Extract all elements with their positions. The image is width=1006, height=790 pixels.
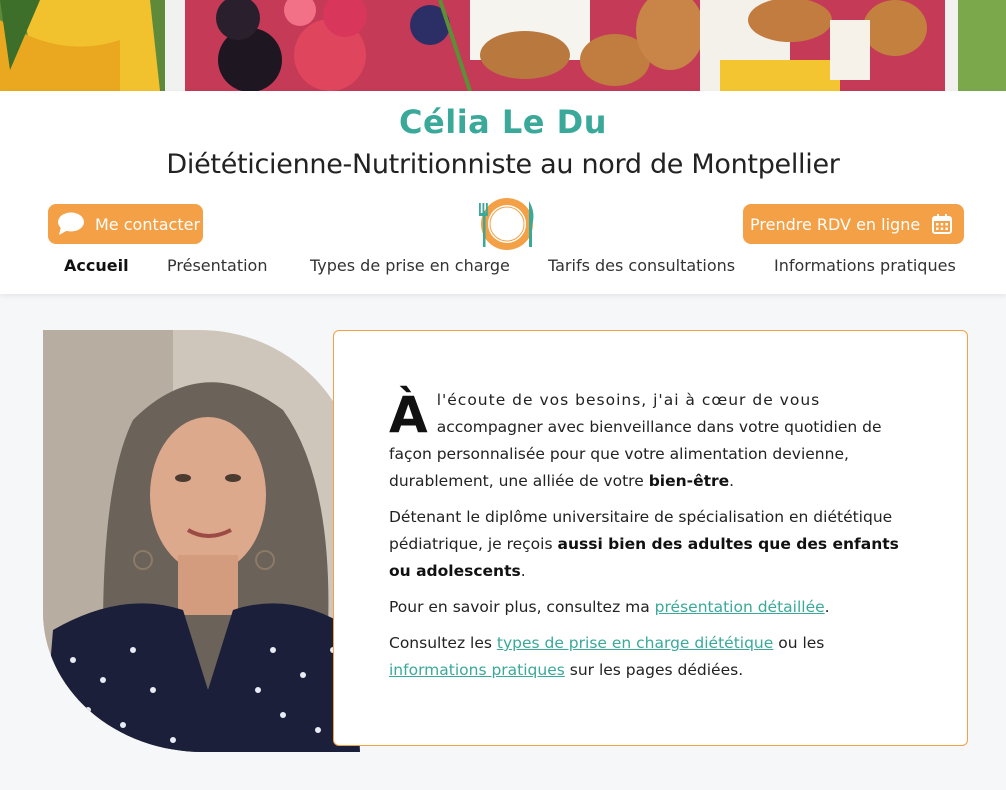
nav-item-accueil[interactable]: Accueil <box>64 256 129 275</box>
speech-bubble-icon <box>57 212 85 236</box>
portrait-photo <box>43 330 360 752</box>
calendar-icon <box>932 214 953 234</box>
book-appointment-button[interactable]: Prendre RDV en ligne <box>743 204 964 244</box>
book-appointment-label: Prendre RDV en ligne <box>750 214 921 234</box>
contact-button-label: Me contacter <box>95 214 201 234</box>
link-presentation-detaillee[interactable]: présentation détaillée <box>655 598 825 616</box>
site-title: Célia Le Du <box>399 103 607 141</box>
site-subtitle: Diététicienne-Nutritionniste au nord de … <box>166 149 840 180</box>
site-header: Célia Le Du Diététicienne-Nutritionniste… <box>0 91 1006 294</box>
bold-bien-etre: bien-être <box>648 472 730 490</box>
contact-button[interactable]: Me contacter <box>48 204 203 244</box>
header-banner-image <box>0 0 1006 91</box>
link-informations-pratiques[interactable]: informations pratiques <box>389 661 565 679</box>
intro-paragraph-2: Détenant le diplôme universitaire de spé… <box>389 508 899 580</box>
nav-item-tarifs[interactable]: Tarifs des consultations <box>548 256 735 275</box>
main-nav: Accueil Présentation Types de prise en c… <box>0 256 1006 280</box>
nav-item-informations-pratiques[interactable]: Informations pratiques <box>774 256 956 275</box>
dropcap-letter: À <box>389 386 428 444</box>
nav-item-types-prise-en-charge[interactable]: Types de prise en charge <box>310 256 510 275</box>
intro-paragraph-3: Pour en savoir plus, consultez ma présen… <box>389 598 830 616</box>
intro-paragraph-4: Consultez les types de prise en charge d… <box>389 634 825 679</box>
link-types-prise-en-charge[interactable]: types de prise en charge diététique <box>497 634 773 652</box>
plate-fork-knife-logo[interactable] <box>476 195 538 253</box>
intro-paragraph-1: Àl'écoute de vos besoins, j'ai à cœur de… <box>389 386 882 490</box>
nav-item-presentation[interactable]: Présentation <box>167 256 267 275</box>
intro-card: Àl'écoute de vos besoins, j'ai à cœur de… <box>333 330 968 746</box>
intro-text: Àl'écoute de vos besoins, j'ai à cœur de… <box>389 387 919 693</box>
